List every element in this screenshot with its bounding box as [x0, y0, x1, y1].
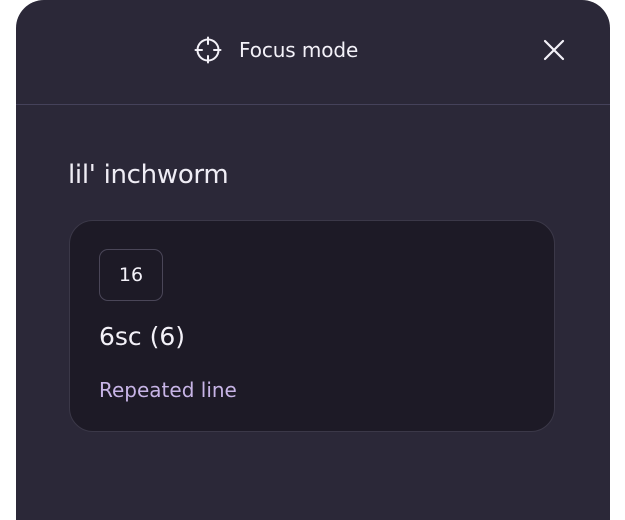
- crosshair-icon: [194, 36, 222, 64]
- close-button[interactable]: [540, 36, 568, 64]
- current-row-card: 16 6sc (6) Repeated line: [69, 220, 555, 432]
- pattern-name: lil' inchworm: [68, 160, 229, 190]
- title-group: Focus mode: [194, 34, 358, 66]
- focus-mode-modal: Focus mode lil' inchworm 16 6sc (6) Repe…: [16, 0, 610, 520]
- modal-title: Focus mode: [239, 38, 359, 62]
- row-type-label: Repeated line: [99, 378, 237, 402]
- modal-header: Focus mode: [16, 0, 610, 105]
- row-instruction: 6sc (6): [99, 322, 186, 351]
- row-number-badge: 16: [99, 249, 163, 301]
- close-icon[interactable]: [540, 36, 568, 64]
